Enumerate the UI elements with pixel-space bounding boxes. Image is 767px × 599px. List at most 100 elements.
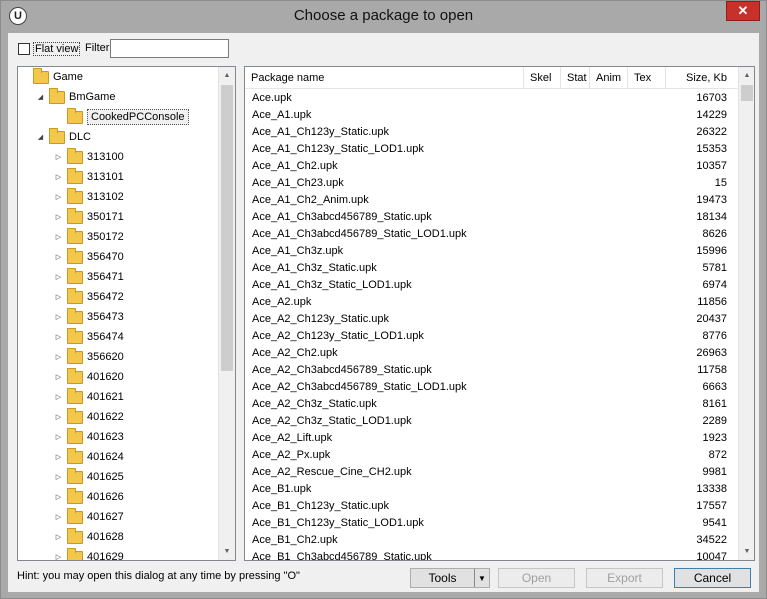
column-tex[interactable]: Tex: [628, 67, 666, 89]
column-package-name[interactable]: Package name: [245, 67, 524, 89]
tree-item-401629[interactable]: ▷ 401629: [54, 547, 124, 560]
table-row[interactable]: Ace_B1_Ch2.upk 34522: [245, 532, 738, 549]
table-row[interactable]: Ace_A2_Lift.upk 1923: [245, 430, 738, 447]
table-row[interactable]: Ace_A2_Ch3abcd456789_Static.upk 11758: [245, 362, 738, 379]
collapse-arrow-icon[interactable]: ◢: [36, 133, 45, 142]
tree-item-game[interactable]: Game: [20, 67, 83, 87]
tree-item-401622[interactable]: ▷ 401622: [54, 407, 124, 427]
table-row[interactable]: Ace_A2.upk 11856: [245, 294, 738, 311]
close-button[interactable]: ✕: [726, 1, 760, 21]
tree-item-350172[interactable]: ▷ 350172: [54, 227, 124, 247]
table-row[interactable]: Ace_A1.upk 14229: [245, 107, 738, 124]
package-list[interactable]: Package name Skel Stat Anim Tex Size, Kb…: [244, 66, 755, 561]
expand-arrow-icon[interactable]: ▷: [54, 173, 63, 182]
tree-item-356474[interactable]: ▷ 356474: [54, 327, 124, 347]
expand-arrow-icon[interactable]: ▷: [54, 153, 63, 162]
expand-arrow-icon[interactable]: ▷: [54, 313, 63, 322]
tree-item-313101[interactable]: ▷ 313101: [54, 167, 124, 187]
tree-item-356473[interactable]: ▷ 356473: [54, 307, 124, 327]
table-row[interactable]: Ace_A1_Ch3z_Static.upk 5781: [245, 260, 738, 277]
table-row[interactable]: Ace.upk 16703: [245, 90, 738, 107]
tree-item-401628[interactable]: ▷ 401628: [54, 527, 124, 547]
tree-item-401623[interactable]: ▷ 401623: [54, 427, 124, 447]
expand-arrow-icon[interactable]: ▷: [54, 513, 63, 522]
expand-arrow-icon[interactable]: ▷: [54, 393, 63, 402]
table-row[interactable]: Ace_A2_Ch2.upk 26963: [245, 345, 738, 362]
tree-item-401621[interactable]: ▷ 401621: [54, 387, 124, 407]
tree-item-313100[interactable]: ▷ 313100: [54, 147, 124, 167]
expand-arrow-icon[interactable]: ▷: [54, 533, 63, 542]
expand-arrow-icon[interactable]: ▷: [54, 293, 63, 302]
table-row[interactable]: Ace_A1_Ch3abcd456789_Static_LOD1.upk 8626: [245, 226, 738, 243]
tree-item-350171[interactable]: ▷ 350171: [54, 207, 124, 227]
export-button[interactable]: Export: [586, 568, 663, 588]
column-size-kb[interactable]: Size, Kb: [666, 67, 738, 89]
expand-arrow-icon[interactable]: ▷: [54, 413, 63, 422]
table-row[interactable]: Ace_A2_Ch3z_Static.upk 8161: [245, 396, 738, 413]
tree-item-356470[interactable]: ▷ 356470: [54, 247, 124, 267]
table-row[interactable]: Ace_B1_Ch123y_Static_LOD1.upk 9541: [245, 515, 738, 532]
expand-arrow-icon[interactable]: ▷: [54, 553, 63, 560]
flat-view-checkbox[interactable]: [18, 43, 30, 55]
scroll-down-arrow-icon[interactable]: ▼: [739, 543, 754, 560]
expand-arrow-icon[interactable]: ▷: [54, 233, 63, 242]
table-row[interactable]: Ace_B1.upk 13338: [245, 481, 738, 498]
expand-arrow-icon[interactable]: ▷: [54, 433, 63, 442]
table-row[interactable]: Ace_A1_Ch123y_Static.upk 26322: [245, 124, 738, 141]
expand-arrow-icon[interactable]: ▷: [54, 453, 63, 462]
expand-arrow-icon[interactable]: ▷: [54, 273, 63, 282]
filter-input[interactable]: [110, 39, 229, 58]
expand-arrow-icon[interactable]: ▷: [54, 213, 63, 222]
table-row[interactable]: Ace_A1_Ch2.upk 10357: [245, 158, 738, 175]
table-row[interactable]: Ace_A2_Ch3abcd456789_Static_LOD1.upk 6663: [245, 379, 738, 396]
tree-item-356620[interactable]: ▷ 356620: [54, 347, 124, 367]
expand-arrow-icon[interactable]: ▷: [54, 493, 63, 502]
title-bar[interactable]: U Choose a package to open ✕: [1, 1, 766, 33]
table-row[interactable]: Ace_A1_Ch2_Anim.upk 19473: [245, 192, 738, 209]
folder-tree[interactable]: Game ◢ BmGame CookedPCConsole ◢ DLC ▷ 313100 ▷ 31…: [17, 66, 236, 561]
scroll-down-arrow-icon[interactable]: ▼: [219, 543, 235, 560]
table-row[interactable]: Ace_A2_Ch123y_Static_LOD1.upk 8776: [245, 328, 738, 345]
column-skel[interactable]: Skel: [524, 67, 561, 89]
expand-arrow-icon[interactable]: ▷: [54, 253, 63, 262]
tree-scroll-thumb[interactable]: [221, 85, 233, 371]
tree-item-401627[interactable]: ▷ 401627: [54, 507, 124, 527]
tools-button[interactable]: Tools ▼: [410, 568, 490, 588]
table-row[interactable]: Ace_A2_Ch123y_Static.upk 20437: [245, 311, 738, 328]
tree-item-356471[interactable]: ▷ 356471: [54, 267, 124, 287]
tree-item-bmgame[interactable]: ◢ BmGame: [36, 87, 115, 107]
open-button[interactable]: Open: [498, 568, 575, 588]
scroll-up-arrow-icon[interactable]: ▲: [219, 67, 235, 84]
dropdown-arrow-icon[interactable]: ▼: [474, 569, 489, 587]
table-row[interactable]: Ace_A1_Ch23.upk 15: [245, 175, 738, 192]
tree-item-401620[interactable]: ▷ 401620: [54, 367, 124, 387]
tree-item-401624[interactable]: ▷ 401624: [54, 447, 124, 467]
cancel-button[interactable]: Cancel: [674, 568, 751, 588]
tree-item-356472[interactable]: ▷ 356472: [54, 287, 124, 307]
expand-arrow-icon[interactable]: ▷: [54, 373, 63, 382]
list-scrollbar[interactable]: ▲ ▼: [738, 67, 754, 560]
tree-item-cookedpcconsole[interactable]: CookedPCConsole: [54, 107, 189, 127]
expand-arrow-icon[interactable]: ▷: [54, 193, 63, 202]
table-row[interactable]: Ace_B1_Ch3abcd456789_Static.upk 10047: [245, 549, 738, 560]
table-row[interactable]: Ace_A2_Ch3z_Static_LOD1.upk 2289: [245, 413, 738, 430]
flat-view-label[interactable]: Flat view: [33, 42, 81, 56]
column-anim[interactable]: Anim: [590, 67, 628, 89]
table-row[interactable]: Ace_A1_Ch3abcd456789_Static.upk 18134: [245, 209, 738, 226]
tree-item-313102[interactable]: ▷ 313102: [54, 187, 124, 207]
table-row[interactable]: Ace_A1_Ch3z.upk 15996: [245, 243, 738, 260]
table-row[interactable]: Ace_A2_Px.upk 872: [245, 447, 738, 464]
scroll-up-arrow-icon[interactable]: ▲: [739, 67, 754, 84]
table-row[interactable]: Ace_A1_Ch3z_Static_LOD1.upk 6974: [245, 277, 738, 294]
table-row[interactable]: Ace_A2_Rescue_Cine_CH2.upk 9981: [245, 464, 738, 481]
tree-item-dlc[interactable]: ◢ DLC: [36, 127, 91, 147]
tree-scrollbar[interactable]: ▲ ▼: [218, 67, 235, 560]
tree-item-401626[interactable]: ▷ 401626: [54, 487, 124, 507]
tree-item-401625[interactable]: ▷ 401625: [54, 467, 124, 487]
expand-arrow-icon[interactable]: ▷: [54, 473, 63, 482]
collapse-arrow-icon[interactable]: ◢: [36, 93, 45, 102]
table-row[interactable]: Ace_B1_Ch123y_Static.upk 17557: [245, 498, 738, 515]
expand-arrow-icon[interactable]: ▷: [54, 353, 63, 362]
list-scroll-thumb[interactable]: [741, 85, 753, 101]
column-stat[interactable]: Stat: [561, 67, 590, 89]
